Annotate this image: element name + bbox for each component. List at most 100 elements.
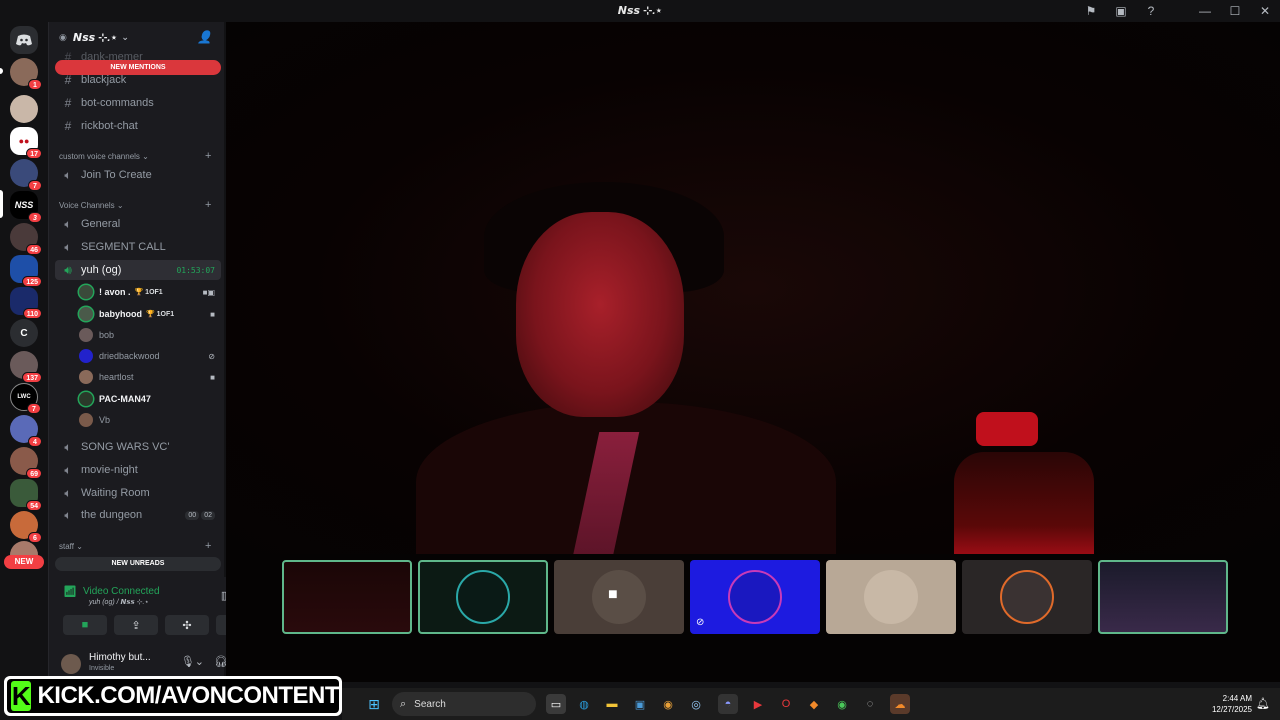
clock[interactable]: 2:44 AM 12/27/2025 — [1212, 693, 1252, 715]
server-avatar[interactable]: 1 — [10, 58, 42, 90]
channel-song-wars[interactable]: 🔈︎ SONG WARS VC' — [55, 437, 221, 457]
category-voice-channels[interactable]: Voice Channels ⌄ + — [59, 199, 211, 211]
server-nss-icon[interactable]: NSS 3 — [10, 191, 42, 223]
activities-button[interactable]: ✣ — [165, 615, 209, 635]
help-icon[interactable]: ? — [1136, 0, 1166, 22]
server-avatar[interactable]: 125 — [10, 255, 42, 287]
participant-tile[interactable] — [962, 560, 1092, 634]
maximize-button[interactable]: ☐ — [1220, 0, 1250, 22]
avatar[interactable] — [61, 654, 81, 674]
voice-user[interactable]: Vb — [79, 410, 221, 430]
server-avatar[interactable] — [10, 95, 38, 123]
microphone-icon[interactable]: 🎙︎⌄ — [181, 655, 204, 668]
app-icon[interactable]: ▶ — [748, 694, 768, 714]
voice-user[interactable]: bob — [79, 325, 221, 345]
channel-segment-call[interactable]: 🔈︎ SEGMENT CALL — [55, 237, 221, 257]
voice-user[interactable]: driedbackwood ⊘ — [79, 346, 221, 366]
avatar — [728, 570, 782, 624]
app-icon[interactable]: ☁ — [890, 694, 910, 714]
windows-start-icon[interactable]: ⊞ — [364, 694, 384, 714]
add-channel-icon[interactable]: + — [205, 540, 211, 552]
server-avatar[interactable]: 69 — [10, 447, 42, 479]
channel-waiting-room[interactable]: 🔈︎ Waiting Room — [55, 483, 221, 503]
channel-bot-commands[interactable]: # bot-commands — [55, 93, 221, 113]
channel-the-dungeon[interactable]: 🔈︎ the dungeon 00 02 — [55, 505, 221, 525]
channel-join-to-create[interactable]: 🔈︎ Join To Create — [55, 165, 221, 185]
video-call-area: ■ ⊘ — [226, 22, 1280, 682]
discord-home-icon[interactable] — [10, 26, 38, 54]
mic-muted-icon: ⊘ — [696, 617, 705, 628]
avatar — [864, 570, 918, 624]
participant-tile[interactable]: ⊘ — [690, 560, 820, 634]
channel-sidebar: ◉ 𝙉𝙨𝙨 ⊹.⋆ ⌄ 👤 # dank-memer NEW MENTIONS #… — [48, 22, 261, 682]
server-name: 𝙉𝙨𝙨 ⊹.⋆ — [72, 31, 118, 44]
channel-general[interactable]: 🔈︎ General — [55, 214, 221, 234]
task-view-icon[interactable]: ▭ — [546, 694, 566, 714]
server-header[interactable]: ◉ 𝙉𝙨𝙨 ⊹.⋆ ⌄ 👤 — [49, 22, 224, 52]
avatar — [456, 570, 510, 624]
username[interactable]: Himothy but... — [89, 652, 151, 663]
steam-icon[interactable]: ◎ — [686, 694, 706, 714]
new-unreads-bar[interactable]: NEW UNREADS — [55, 557, 221, 571]
server-lwc[interactable]: LWC 7 — [10, 383, 41, 414]
voice-channel-path: yuh (og) / 𝙉𝙨𝙨 ⊹.⋆ — [89, 599, 149, 606]
participant-tile[interactable] — [1098, 560, 1228, 634]
participant-tile[interactable] — [418, 560, 548, 634]
main-video[interactable] — [226, 22, 1280, 554]
voice-user[interactable]: ! avon . 🏆 1OF1 ■▣ — [79, 282, 221, 302]
app-icon[interactable]: ◆ — [804, 694, 824, 714]
notification-bell-icon[interactable]: 🔔︎ — [1256, 697, 1270, 710]
participant-tile[interactable] — [826, 560, 956, 634]
voice-user[interactable]: PAC-MAN47 — [79, 389, 221, 409]
hash-icon: # — [64, 119, 72, 133]
voice-user[interactable]: babyhood 🏆 1OF1 ■ — [79, 304, 221, 324]
category-custom-voice[interactable]: custom voice channels ⌄ + — [59, 150, 211, 162]
voice-status[interactable]: Video Connected — [83, 586, 160, 597]
title-bar: 𝙉𝙨𝙨 ⊹.⋆ ⚑ ▣ ? — ☐ ✕ — [0, 0, 1280, 22]
server-avatar[interactable]: 137 — [10, 351, 42, 383]
taskbar-search[interactable]: ⌕ Search — [392, 692, 536, 716]
server-avatar[interactable]: 54 — [10, 479, 42, 511]
flag-icon[interactable]: ⚑ — [1076, 0, 1106, 22]
signal-icon[interactable]: 📶︎ — [63, 585, 79, 598]
add-channel-icon[interactable]: + — [205, 150, 211, 162]
file-explorer-icon[interactable]: ▬ — [602, 694, 622, 714]
server-badge-icon: ◉ — [59, 31, 67, 42]
discord-taskbar-icon[interactable]: ◓ — [718, 694, 738, 714]
inbox-icon[interactable]: ▣ — [1106, 0, 1136, 22]
participant-tile[interactable] — [282, 560, 412, 634]
store-icon[interactable]: ▣ — [630, 694, 650, 714]
minimize-button[interactable]: — — [1190, 0, 1220, 22]
participant-tile[interactable]: ■ — [554, 560, 684, 634]
chrome-icon[interactable]: ◉ — [658, 694, 678, 714]
edge-icon[interactable]: ◍ — [574, 694, 594, 714]
server-avatar[interactable]: 46 — [10, 223, 42, 255]
category-staff[interactable]: staff ⌄ + — [59, 540, 211, 552]
opera-icon[interactable]: O — [776, 694, 796, 714]
channel-yuh-og[interactable]: 🔊︎ yuh (og) 01:53:07 — [55, 260, 221, 280]
close-button[interactable]: ✕ — [1250, 0, 1280, 22]
server-avatar[interactable]: ●● 17 — [10, 127, 42, 159]
channel-movie-night[interactable]: 🔈︎ movie-night — [55, 460, 221, 480]
camera-button[interactable]: ■ — [63, 615, 107, 635]
server-avatar[interactable]: 6 — [10, 511, 42, 543]
window-title: 𝙉𝙨𝙨 ⊹.⋆ — [617, 5, 663, 17]
voice-user[interactable]: heartlost ■ — [79, 367, 221, 387]
avatar — [79, 370, 93, 384]
add-channel-icon[interactable]: + — [205, 199, 211, 211]
user-status: Invisible — [89, 665, 115, 672]
app-icon[interactable]: ◌ — [860, 694, 880, 714]
server-avatar[interactable] — [10, 541, 38, 555]
server-avatar[interactable]: 4 — [10, 415, 42, 447]
new-servers-pill[interactable]: NEW — [4, 555, 44, 569]
avatar — [79, 413, 93, 427]
server-avatar[interactable]: 7 — [10, 159, 42, 191]
chrome-icon[interactable]: ◉ — [832, 694, 852, 714]
server-avatar[interactable]: 110 — [10, 287, 42, 319]
channel-blackjack[interactable]: # blackjack — [55, 70, 221, 90]
screen-share-button[interactable]: ⇪ — [114, 615, 158, 635]
channel-rickbot-chat[interactable]: # rickbot-chat — [55, 116, 221, 136]
server-letter-c[interactable]: C — [10, 319, 38, 347]
add-friend-icon[interactable]: 👤 — [197, 30, 212, 44]
speaker-icon: 🔈︎ — [64, 216, 72, 231]
